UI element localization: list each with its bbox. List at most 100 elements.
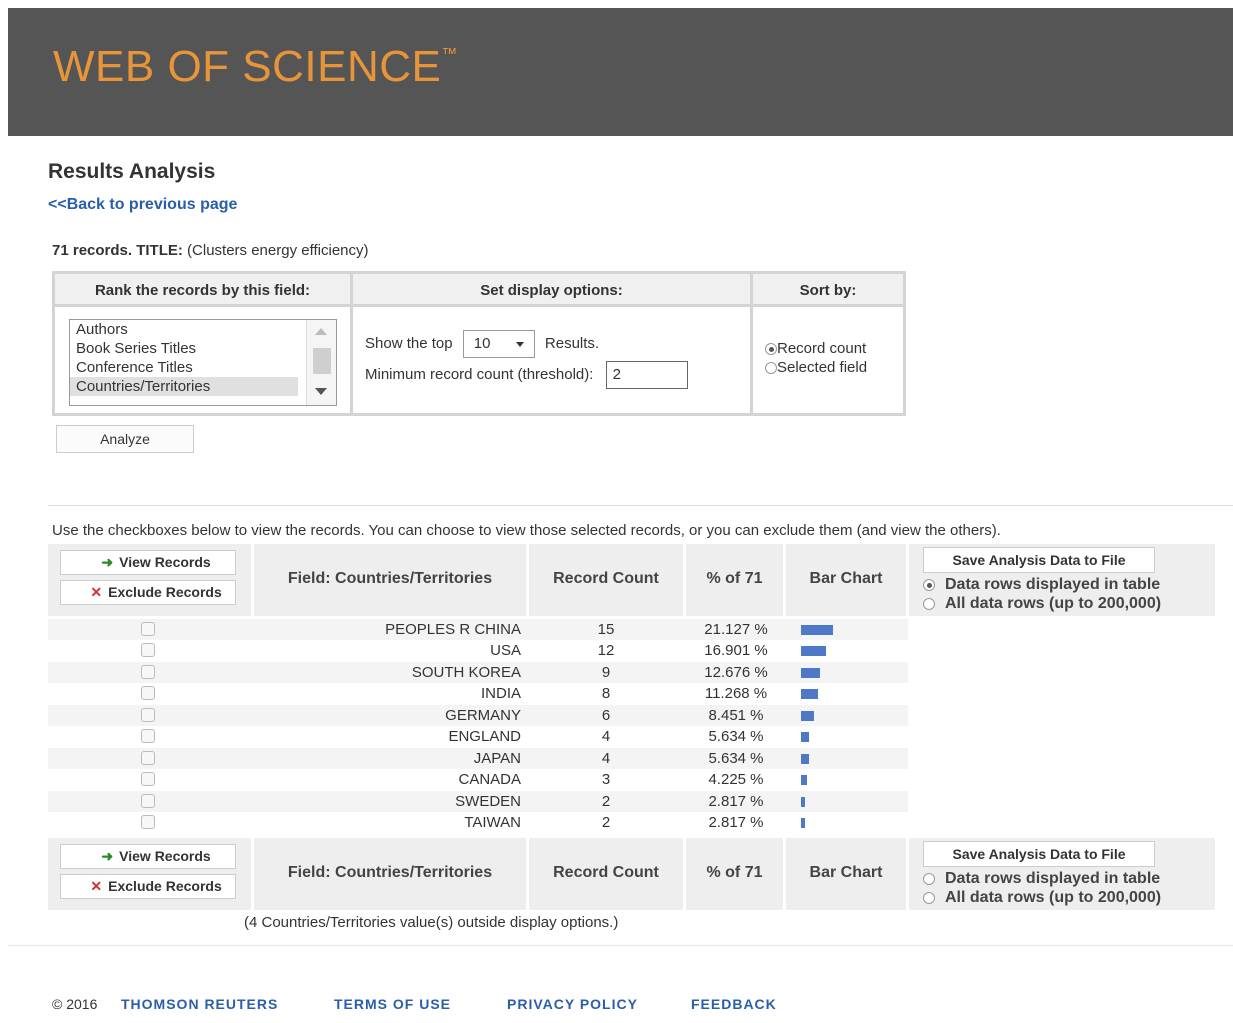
threshold-input[interactable]: 2 [605, 361, 688, 389]
country-cell: CANADA [458, 771, 521, 788]
footer-copyright: © 2016 [52, 996, 98, 1012]
summary-query: (Clusters energy efficiency) [182, 242, 369, 259]
analyze-button[interactable]: Analyze [56, 425, 194, 453]
save-data-button[interactable]: Save Analysis Data to File [923, 547, 1155, 573]
country-cell: USA [490, 642, 521, 659]
footer-company-link[interactable]: THOMSON REUTERS [121, 996, 278, 1012]
rank-field-listbox[interactable]: Authors Book Series Titles Conference Ti… [69, 319, 337, 406]
country-cell: SOUTH KOREA [411, 664, 521, 681]
scroll-up-icon[interactable] [315, 328, 327, 335]
count-cell: 9 [601, 664, 611, 681]
scroll-thumb[interactable] [313, 348, 331, 374]
field-option[interactable]: Conference Titles [70, 358, 336, 377]
chevron-down-icon [515, 342, 524, 347]
col-pct-header[interactable]: % of 71 [686, 544, 783, 616]
trademark-symbol: ™ [441, 46, 458, 64]
table-row: USA 12 16.901 % [48, 640, 908, 661]
row-checkbox[interactable] [141, 751, 155, 765]
scroll-down-icon[interactable] [315, 388, 327, 395]
row-checkbox[interactable] [141, 643, 155, 657]
sort-record-count-option[interactable]: Record count [765, 340, 866, 357]
bar-mark [801, 732, 809, 742]
bar-mark [801, 818, 805, 828]
table-row: PEOPLES R CHINA 15 21.127 % [48, 619, 908, 640]
save-opt-all-label: All data rows (up to 200,000) [945, 595, 1162, 612]
col-count-header[interactable]: Record Count [529, 544, 683, 616]
radio-icon[interactable] [923, 597, 935, 610]
listbox-scrollbar[interactable] [306, 320, 336, 405]
view-records-button[interactable]: ➜ View Records [60, 844, 236, 869]
save-panel-bottom: Save Analysis Data to File Data rows dis… [909, 838, 1215, 910]
radio-icon[interactable] [765, 362, 777, 375]
col-bar-header: Bar Chart [786, 544, 906, 616]
table-row: GERMANY 6 8.451 % [48, 705, 908, 726]
col-field-header[interactable]: Field: Countries/Territories [254, 544, 526, 616]
brand-logo[interactable]: WEB OF SCIENCE™ [53, 42, 458, 92]
count-cell: 15 [597, 621, 615, 638]
field-option-selected[interactable]: Countries/Territories [70, 377, 298, 396]
row-checkbox[interactable] [141, 815, 155, 829]
sort-column: Sort by: Record count Selected field [753, 274, 905, 413]
close-icon: ✕ [90, 878, 103, 894]
country-cell: ENGLAND [448, 728, 521, 745]
col-pct-header[interactable]: % of 71 [686, 838, 783, 910]
view-records-button[interactable]: ➜ View Records [60, 550, 236, 575]
exclude-records-button[interactable]: ✕ Exclude Records [60, 874, 236, 899]
radio-selected-icon[interactable] [765, 343, 777, 356]
country-cell: TAIWAN [464, 814, 521, 831]
summary-bold: 71 records. TITLE: [52, 242, 183, 259]
save-opt-displayed[interactable]: Data rows displayed in table [923, 576, 1160, 594]
count-cell: 4 [601, 728, 611, 745]
footer-feedback-link[interactable]: FEEDBACK [691, 996, 777, 1012]
close-icon: ✕ [90, 584, 103, 600]
row-checkbox[interactable] [141, 686, 155, 700]
sort-record-count-label: Record count [777, 340, 867, 357]
save-data-button[interactable]: Save Analysis Data to File [923, 841, 1155, 867]
country-cell: PEOPLES R CHINA [385, 621, 521, 638]
count-cell: 6 [601, 707, 611, 724]
row-checkbox[interactable] [141, 729, 155, 743]
row-checkbox[interactable] [141, 622, 155, 636]
sort-header: Sort by: [753, 274, 903, 307]
field-option[interactable]: Authors [70, 320, 336, 339]
analysis-options-panel: Rank the records by this field: Authors … [52, 271, 906, 416]
save-opt-all[interactable]: All data rows (up to 200,000) [923, 889, 1161, 907]
save-opt-displayed-label: Data rows displayed in table [945, 576, 1161, 593]
rank-column: Rank the records by this field: Authors … [55, 274, 353, 413]
save-panel-top: Save Analysis Data to File Data rows dis… [909, 544, 1215, 616]
footer-privacy-link[interactable]: PRIVACY POLICY [507, 996, 638, 1012]
row-checkbox[interactable] [141, 794, 155, 808]
site-header: WEB OF SCIENCE™ [8, 8, 1233, 136]
footer-terms-link[interactable]: TERMS OF USE [334, 996, 451, 1012]
row-checkbox[interactable] [141, 772, 155, 786]
radio-selected-icon[interactable] [923, 578, 935, 591]
view-records-label: View Records [119, 554, 211, 570]
exclude-records-button[interactable]: ✕ Exclude Records [60, 580, 236, 605]
save-opt-displayed-label: Data rows displayed in table [945, 870, 1161, 887]
col-field-header[interactable]: Field: Countries/Territories [254, 838, 526, 910]
bar-mark [801, 711, 814, 721]
save-opt-all[interactable]: All data rows (up to 200,000) [923, 595, 1161, 613]
radio-icon[interactable] [923, 872, 935, 885]
show-top-select[interactable]: 10 [462, 330, 535, 358]
bar-mark [801, 646, 826, 656]
count-cell: 12 [597, 642, 615, 659]
arrow-right-icon: ➜ [101, 848, 114, 864]
row-checkbox[interactable] [141, 665, 155, 679]
back-link[interactable]: <<Back to previous page [48, 196, 237, 214]
save-opt-displayed[interactable]: Data rows displayed in table [923, 870, 1160, 888]
pct-cell: 12.676 % [704, 664, 768, 681]
arrow-right-icon: ➜ [101, 554, 114, 570]
count-cell: 3 [601, 771, 611, 788]
table-row: SWEDEN 2 2.817 % [48, 791, 908, 812]
row-checkbox[interactable] [141, 708, 155, 722]
col-bar-header: Bar Chart [786, 838, 906, 910]
field-option[interactable]: Book Series Titles [70, 339, 336, 358]
sort-selected-field-option[interactable]: Selected field [765, 359, 867, 376]
col-count-header[interactable]: Record Count [529, 838, 683, 910]
pct-cell: 8.451 % [708, 707, 764, 724]
radio-icon[interactable] [923, 891, 935, 904]
count-cell: 2 [601, 814, 611, 831]
show-top-value: 10 [473, 335, 491, 352]
bar-mark [801, 754, 809, 764]
